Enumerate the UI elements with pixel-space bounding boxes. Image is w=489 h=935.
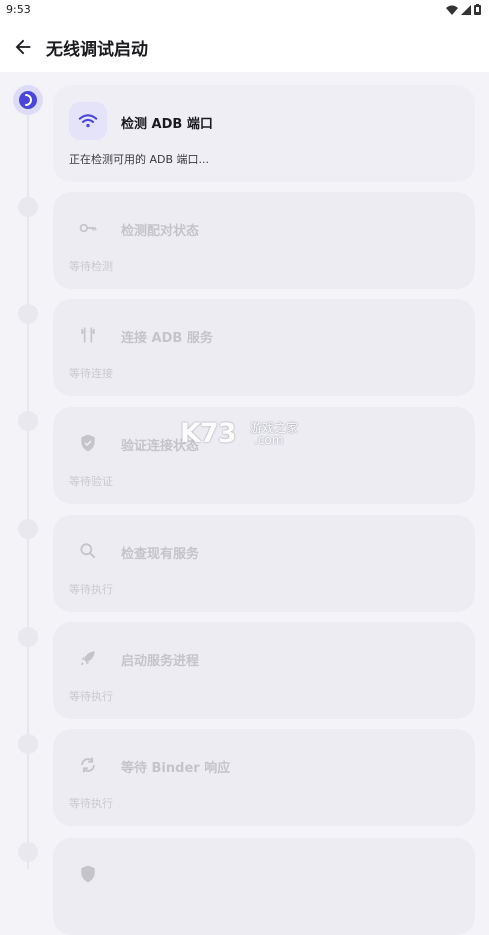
step-card-check-pairing: 检测配对状态 等待检测: [53, 192, 475, 289]
page-title: 无线调试启动: [46, 40, 148, 60]
step-title: 检测 ADB 端口: [121, 117, 213, 132]
signal-icon: [461, 4, 471, 15]
step-indicator: [18, 197, 38, 217]
step-card-start-service: 启动服务进程 等待执行: [53, 622, 475, 719]
step-indicator-active: [13, 85, 43, 115]
shield-icon: [81, 865, 95, 883]
step-status: 等待执行: [69, 690, 113, 703]
step-status: 等待执行: [69, 583, 113, 596]
battery-icon: [474, 4, 481, 15]
step-card-check-services: 检查现有服务 等待执行: [53, 515, 475, 612]
status-icons: [446, 4, 481, 15]
step-indicator: [18, 627, 38, 647]
watermark-logo: K73 游戏之家 .com: [180, 418, 310, 452]
step-status: 等待验证: [69, 475, 113, 488]
key-icon: [79, 223, 97, 233]
step-title: 等待 Binder 响应: [121, 761, 231, 776]
step-card-wait-binder: 等待 Binder 响应 等待执行: [53, 729, 475, 826]
step-card-detect-adb-port: 检测 ADB 端口 正在检测可用的 ADB 端口...: [53, 85, 475, 182]
step-title: 连接 ADB 服务: [121, 331, 213, 346]
sync-icon: [81, 757, 95, 773]
step-icon-box: [69, 424, 107, 462]
search-icon: [80, 543, 96, 559]
step-indicator: [18, 411, 38, 431]
step-status: 正在检测可用的 ADB 端口...: [69, 153, 210, 166]
app-bar: 无线调试启动: [0, 22, 489, 72]
timeline-line: [27, 112, 29, 869]
back-button[interactable]: [12, 36, 34, 58]
wifi-icon: [78, 114, 98, 128]
step-icon-box: [69, 209, 107, 247]
step-icon-box: [69, 532, 107, 570]
step-icon-box: [69, 855, 107, 893]
step-indicator: [18, 842, 38, 862]
step-icon-box: [69, 102, 107, 140]
shield-check-icon: [81, 434, 95, 452]
connect-icon: [81, 327, 95, 343]
step-icon-box: [69, 639, 107, 677]
watermark-domain: .com: [254, 433, 284, 447]
step-icon-box: [69, 316, 107, 354]
step-card-partial: [53, 838, 475, 935]
step-indicator: [18, 734, 38, 754]
rocket-icon: [80, 651, 95, 666]
step-card-connect-adb: 连接 ADB 服务 等待连接: [53, 299, 475, 396]
step-icon-box: [69, 746, 107, 784]
step-indicator: [18, 519, 38, 539]
step-status: 等待连接: [69, 367, 113, 380]
arrow-back-icon: [15, 39, 31, 55]
step-indicator: [18, 304, 38, 324]
status-time: 9:53: [6, 3, 31, 16]
wifi-status-icon: [446, 5, 458, 15]
step-title: 启动服务进程: [121, 654, 200, 669]
status-bar: 9:53: [0, 0, 489, 22]
progress-spinner-icon: [19, 91, 37, 109]
step-title: 检查现有服务: [121, 547, 200, 562]
step-status: 等待执行: [69, 797, 113, 810]
step-title: 检测配对状态: [121, 224, 200, 239]
watermark-brand: K73: [180, 418, 236, 449]
step-status: 等待检测: [69, 260, 113, 273]
